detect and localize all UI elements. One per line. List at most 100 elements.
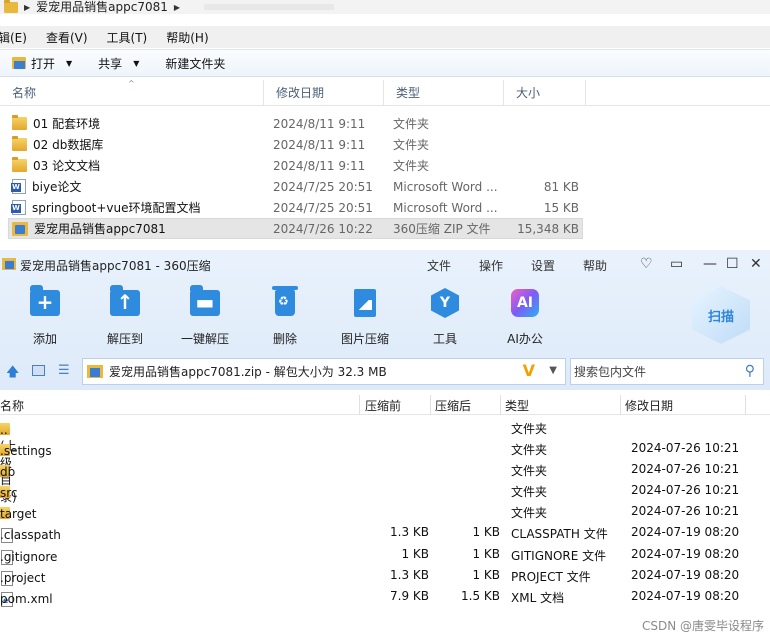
entry-date: 2024-07-26 10:21: [631, 462, 740, 477]
add-label: 添加: [32, 332, 57, 346]
zip-menu-operate[interactable]: 操作: [479, 257, 503, 274]
zip-menu-help[interactable]: 帮助: [583, 257, 607, 274]
entry-date: 2024-07-19 08:20: [631, 588, 740, 603]
search-input[interactable]: [574, 364, 734, 379]
zip-column-type[interactable]: 类型: [505, 397, 529, 414]
archive-entry-row[interactable]: .gitignore 1 KB 1 KB GITIGNORE 文件 2024-07-19…: [0, 544, 770, 565]
file-name: 爱宠用品销售appc7081: [34, 222, 166, 236]
open-icon: [12, 57, 26, 69]
column-type[interactable]: 类型: [384, 80, 504, 105]
file-date: 2024/7/25 20:51: [273, 200, 373, 215]
search-icon[interactable]: ⚲: [745, 363, 755, 379]
chevron-down-icon: ▼: [133, 58, 140, 68]
new-folder-label: 新建文件夹: [165, 56, 226, 71]
zip-column-compressed[interactable]: 压缩前: [365, 397, 401, 414]
archive-entry-row[interactable]: target 文件夹 2024-07-26 10:21: [0, 501, 770, 522]
verified-v-icon[interactable]: V: [523, 361, 535, 380]
archive-entry-row[interactable]: .classpath 1.3 KB 1 KB CLASSPATH 文件 2024-07-…: [0, 522, 770, 544]
file-type: Microsoft Word ...: [393, 179, 498, 194]
maximize-icon[interactable]: ☐: [726, 256, 739, 272]
chevron-right-icon[interactable]: ▶: [174, 3, 180, 12]
dropdown-arrow-icon[interactable]: ▼: [549, 365, 557, 376]
close-icon[interactable]: ✕: [750, 256, 762, 272]
image-compress-label: 图片压缩: [340, 332, 389, 346]
extract-to-label: 解压到: [106, 332, 143, 346]
entry-type: XML 文档: [511, 590, 565, 605]
tools-button[interactable]: Y 工具: [405, 286, 485, 347]
image-compress-button[interactable]: 图片压缩: [325, 286, 405, 347]
open-label: 打开: [31, 56, 56, 71]
archive-search: ⚲: [570, 358, 764, 385]
feedback-icon[interactable]: ▭: [670, 256, 683, 272]
breadcrumb[interactable]: 爱宠用品销售appc7081: [36, 1, 168, 13]
one-click-extract-icon: ▬: [188, 285, 222, 320]
new-folder-button[interactable]: 新建文件夹: [165, 55, 225, 72]
entry-name: .settings: [0, 444, 52, 459]
thumbnail-view-icon[interactable]: [32, 365, 45, 376]
delete-button[interactable]: 删除: [245, 286, 325, 347]
ai-office-button[interactable]: AI AI办公: [485, 286, 565, 347]
chevron-right-icon: ▶: [24, 2, 31, 12]
column-divider[interactable]: [359, 395, 360, 415]
archive-path-field[interactable]: 爱宠用品销售appc7081.zip - 解包大小为 32.3 MB V ▼: [82, 358, 566, 385]
archive-entry-row[interactable]: .. (上级目录)文件夹: [0, 417, 770, 504]
title-bar-faint-area: [204, 4, 335, 10]
menu-help[interactable]: 帮助(H): [166, 29, 208, 46]
sort-caret-icon: ^: [128, 79, 135, 88]
file-type: 文件夹: [393, 138, 430, 152]
file-row[interactable]: 02 db数据库 2024/8/11 9:11 文件夹: [0, 134, 770, 155]
chevron-down-icon: ▼: [66, 58, 73, 68]
file-row[interactable]: biye论文 2024/7/25 20:51 Microsoft Word ... 8…: [0, 176, 770, 197]
entry-date: 2024-07-19 08:20: [631, 567, 740, 582]
entry-date: 2024-07-26 10:21: [631, 483, 740, 498]
csdn-watermark: CSDN @唐雯毕设程序: [641, 619, 764, 633]
zip-title-bar: 爱宠用品销售appc7081 - 360压缩 文件 操作 设置 帮助 ♡ ▭ —…: [0, 250, 770, 280]
column-divider[interactable]: [430, 395, 431, 415]
extract-to-button[interactable]: ↑ 解压到: [85, 285, 165, 347]
zip-column-uncompressed[interactable]: 压缩后: [435, 397, 471, 414]
add-button[interactable]: + 添加: [5, 285, 85, 347]
list-view-icon[interactable]: ☰: [58, 363, 70, 378]
column-divider[interactable]: [745, 395, 746, 415]
file-row[interactable]: springboot+vue环境配置文档 2024/7/25 20:51 Micro…: [0, 197, 770, 218]
file-row[interactable]: 爱宠用品销售appc7081 2024/7/26 10:22 360压缩 ZIP 文…: [8, 218, 583, 239]
file-name: biye论文: [32, 180, 82, 194]
zip-column-date[interactable]: 修改日期: [625, 397, 673, 414]
column-divider[interactable]: [620, 395, 621, 415]
folder-icon: [4, 0, 18, 13]
menu-tools[interactable]: 工具(T): [107, 29, 148, 46]
up-arrow-icon[interactable]: 🡅: [6, 363, 19, 385]
skin-icon[interactable]: ♡: [640, 256, 653, 272]
zip-menu-file[interactable]: 文件: [427, 257, 451, 274]
zip-column-name[interactable]: 名称: [0, 397, 24, 414]
open-button[interactable]: 打开 ▼: [12, 55, 72, 72]
scan-button[interactable]: 扫描: [692, 286, 750, 344]
zip-window: 爱宠用品销售appc7081 - 360压缩 文件 操作 设置 帮助 ♡ ▭ —…: [0, 250, 770, 638]
file-row[interactable]: 03 论文文档 2024/8/11 9:11 文件夹: [0, 155, 770, 176]
archive-entry-row[interactable]: .project 1.3 KB 1 KB PROJECT 文件 2024-07-19 0…: [0, 565, 770, 586]
archive-entry-row[interactable]: pom.xml 7.9 KB 1.5 KB XML 文档 2024-07-19 08:2…: [0, 586, 770, 607]
zip-window-title: 爱宠用品销售appc7081 - 360压缩: [20, 258, 211, 273]
file-row[interactable]: 01 配套环境 2024/8/11 9:11 文件夹: [0, 113, 770, 134]
menu-view[interactable]: 查看(V): [46, 29, 88, 46]
archive-entry-row[interactable]: db 文件夹 2024-07-26 10:21: [0, 459, 770, 480]
column-name[interactable]: ^ 名称: [0, 79, 264, 105]
one-click-extract-button[interactable]: ▬ 一键解压: [165, 285, 245, 347]
delete-icon: [268, 286, 302, 320]
entry-type: PROJECT 文件: [511, 569, 591, 584]
word-doc-icon: [11, 179, 26, 194]
minimize-icon[interactable]: —: [703, 256, 717, 272]
file-date: 2024/8/11 9:11: [273, 158, 366, 173]
archive-entry-row[interactable]: src 文件夹 2024-07-26 10:21: [0, 480, 770, 501]
entry-type: 文件夹: [511, 422, 548, 436]
share-button[interactable]: 共享 ▼: [98, 55, 139, 72]
word-doc-icon: [11, 200, 26, 215]
column-date[interactable]: 修改日期: [264, 80, 384, 105]
explorer-column-header: ^ 名称 修改日期 类型 大小: [0, 79, 770, 106]
column-size[interactable]: 大小: [504, 80, 586, 105]
menu-edit[interactable]: 辑(E): [0, 29, 27, 46]
column-divider[interactable]: [500, 395, 501, 415]
entry-type: 文件夹: [511, 485, 548, 500]
archive-entry-row[interactable]: .settings 文件夹 2024-07-26 10:21: [0, 438, 770, 459]
zip-menu-settings[interactable]: 设置: [531, 257, 555, 274]
